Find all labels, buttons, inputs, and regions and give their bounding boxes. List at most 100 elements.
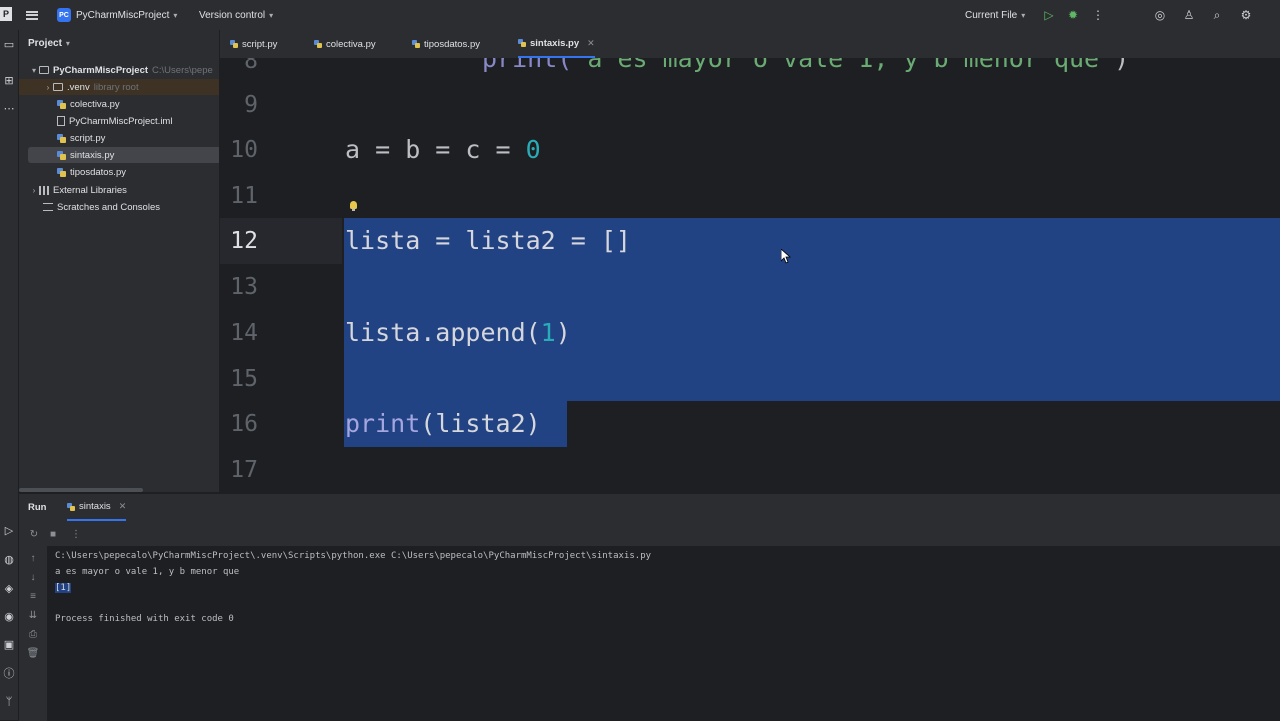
scratches-icon	[43, 203, 53, 211]
run-tab-sintaxis[interactable]: sintaxis ✕	[67, 494, 127, 521]
tree-item-script[interactable]: script.py	[19, 130, 219, 146]
tab-colectiva[interactable]: colectiva.py	[314, 30, 376, 58]
project-tool-button[interactable]: ▭	[0, 36, 18, 52]
tab-label: tiposdatos.py	[424, 38, 480, 50]
problems-tool-button[interactable]: ⓘ	[0, 665, 18, 681]
line-number: 16	[230, 411, 258, 437]
chevron-down-icon: ▾	[65, 39, 70, 48]
console-output[interactable]: C:\Users\pepecalo\PyCharmMiscProject\.ve…	[47, 546, 1280, 721]
wrap-icon: ≡	[30, 590, 36, 602]
code-text: lista.append(	[345, 318, 541, 347]
run-toolbar: ↻ ■ ⋮	[19, 524, 1280, 546]
code-line: lista.append(1)	[345, 310, 571, 356]
tree-item-label: External Libraries	[53, 184, 127, 196]
console-line: a es mayor o vale 1, y b menor que	[55, 567, 240, 577]
chevron-down-icon: ▾	[269, 10, 274, 20]
console-line: C:\Users\pepecalo\PyCharmMiscProject\.ve…	[55, 551, 652, 561]
services-tool-button[interactable]: ◉	[0, 608, 18, 624]
line-number: 10	[230, 137, 258, 163]
line-number: 13	[230, 274, 258, 300]
line-number: 14	[230, 320, 258, 346]
python-file-icon	[57, 167, 66, 177]
project-panel-header[interactable]: Project ▾	[28, 38, 70, 49]
folder-icon	[53, 83, 63, 91]
chevron-right-icon: ›	[46, 82, 50, 92]
tree-item-label: sintaxis.py	[70, 149, 115, 161]
project-selector[interactable]: PC PyCharmMiscProject ▾	[57, 0, 177, 30]
vcs-label: Version control	[199, 9, 266, 21]
tab-label: script.py	[242, 38, 278, 50]
run-panel: Run sintaxis ✕ ↻ ■ ⋮ ↑ ↓ ≡ ⇊ ⎙ 🗑 C:\User…	[19, 493, 1280, 721]
tree-item-external-libraries[interactable]: › External Libraries	[19, 182, 219, 198]
clear-button[interactable]: 🗑	[26, 646, 40, 660]
tree-item-iml[interactable]: PyCharmMiscProject.iml	[19, 113, 219, 129]
tab-script[interactable]: script.py	[230, 30, 277, 58]
more-options-button[interactable]: ⋮	[69, 527, 83, 541]
trash-icon: 🗑	[26, 647, 40, 659]
tree-item-label: Scratches and Consoles	[57, 201, 160, 213]
ai-assistant-button[interactable]: ◎	[1151, 0, 1169, 30]
tree-item-sintaxis[interactable]: sintaxis.py	[28, 147, 219, 163]
run-button[interactable]: ▷	[1040, 0, 1058, 30]
line-number: 8	[244, 58, 258, 74]
python-file-icon	[412, 40, 420, 48]
run-config-label: Current File	[965, 9, 1018, 21]
code-line: a = b = c = 0	[345, 127, 541, 173]
code-line: print(lista2)	[345, 401, 541, 447]
spiral-icon: ◎	[1154, 8, 1166, 22]
run-side-toolbar: ↑ ↓ ≡ ⇊ ⎙ 🗑	[19, 546, 47, 721]
structure-tool-button[interactable]: ⊞	[0, 72, 18, 88]
arrow-down-icon: ↓	[30, 571, 36, 583]
editor-tab-bar: script.py colectiva.py tiposdatos.py sin…	[220, 30, 1280, 59]
search-button[interactable]: ⌕	[1208, 0, 1226, 30]
tab-tiposdatos[interactable]: tiposdatos.py	[412, 30, 480, 58]
print-button[interactable]: ⎙	[26, 627, 40, 641]
code-editor[interactable]: 8 9 10 11 12 13 14 15 16 17 print("a es …	[220, 58, 1280, 492]
branch-icon: ᛘ	[5, 696, 13, 708]
gear-icon: ⚙	[1240, 8, 1252, 22]
library-icon	[39, 185, 49, 195]
lightbulb-icon[interactable]	[350, 201, 357, 211]
horizontal-scrollbar[interactable]	[19, 488, 143, 492]
more-tools-button[interactable]: ⋯	[0, 100, 18, 116]
settings-button[interactable]: ⚙	[1237, 0, 1255, 30]
tree-item-tiposdatos[interactable]: tiposdatos.py	[19, 164, 219, 180]
vcs-menu[interactable]: Version control ▾	[199, 0, 273, 30]
stop-button[interactable]: ■	[46, 527, 60, 541]
tree-item-scratches[interactable]: Scratches and Consoles	[19, 199, 219, 215]
more-actions-button[interactable]: ⋮	[1089, 0, 1107, 30]
rerun-icon: ↻	[29, 528, 39, 540]
hamburger-icon	[26, 10, 38, 20]
layers-tool-button[interactable]: ◈	[0, 580, 18, 596]
rerun-button[interactable]: ↻	[27, 527, 41, 541]
run-config-selector[interactable]: Current File ▾	[965, 0, 1025, 30]
project-panel: Project ▾ ▾ PyCharmMiscProject C:\Users\…	[19, 30, 219, 492]
close-icon[interactable]: ✕	[587, 38, 595, 49]
debug-button[interactable]: ✹	[1064, 0, 1082, 30]
scroll-up-button[interactable]: ↑	[26, 551, 40, 565]
tree-item-venv[interactable]: › .venv library root	[19, 79, 219, 95]
tree-item-colectiva[interactable]: colectiva.py	[19, 96, 219, 112]
scroll-end-icon: ⇊	[28, 609, 38, 621]
more-horizontal-icon: ⋯	[3, 102, 15, 115]
scroll-to-end-button[interactable]: ⇊	[26, 608, 40, 622]
main-menu-button[interactable]	[26, 0, 38, 30]
python-packages-button[interactable]: ◍	[0, 551, 18, 567]
title-bar: P PC PyCharmMiscProject ▾ Version contro…	[0, 0, 1280, 31]
tree-item-root[interactable]: ▾ PyCharmMiscProject C:\Users\pepe	[19, 62, 219, 78]
panel-title: Project	[28, 38, 62, 49]
code-text: (lista2)	[420, 409, 541, 438]
line-number: 17	[230, 457, 258, 483]
soft-wrap-button[interactable]: ≡	[26, 589, 40, 603]
info-icon: ⓘ	[3, 668, 15, 680]
close-icon[interactable]: ✕	[119, 501, 127, 512]
terminal-tool-button[interactable]: ▣	[0, 636, 18, 652]
folder-icon	[39, 66, 49, 74]
run-tool-button[interactable]: ▷	[0, 522, 18, 538]
tab-sintaxis[interactable]: sintaxis.py ✕	[518, 30, 595, 58]
layers-icon: ◈	[4, 582, 14, 595]
tree-item-label: .venv	[67, 81, 90, 93]
account-button[interactable]: ♙	[1180, 0, 1198, 30]
git-tool-button[interactable]: ᛘ	[0, 694, 18, 710]
scroll-down-button[interactable]: ↓	[26, 570, 40, 584]
